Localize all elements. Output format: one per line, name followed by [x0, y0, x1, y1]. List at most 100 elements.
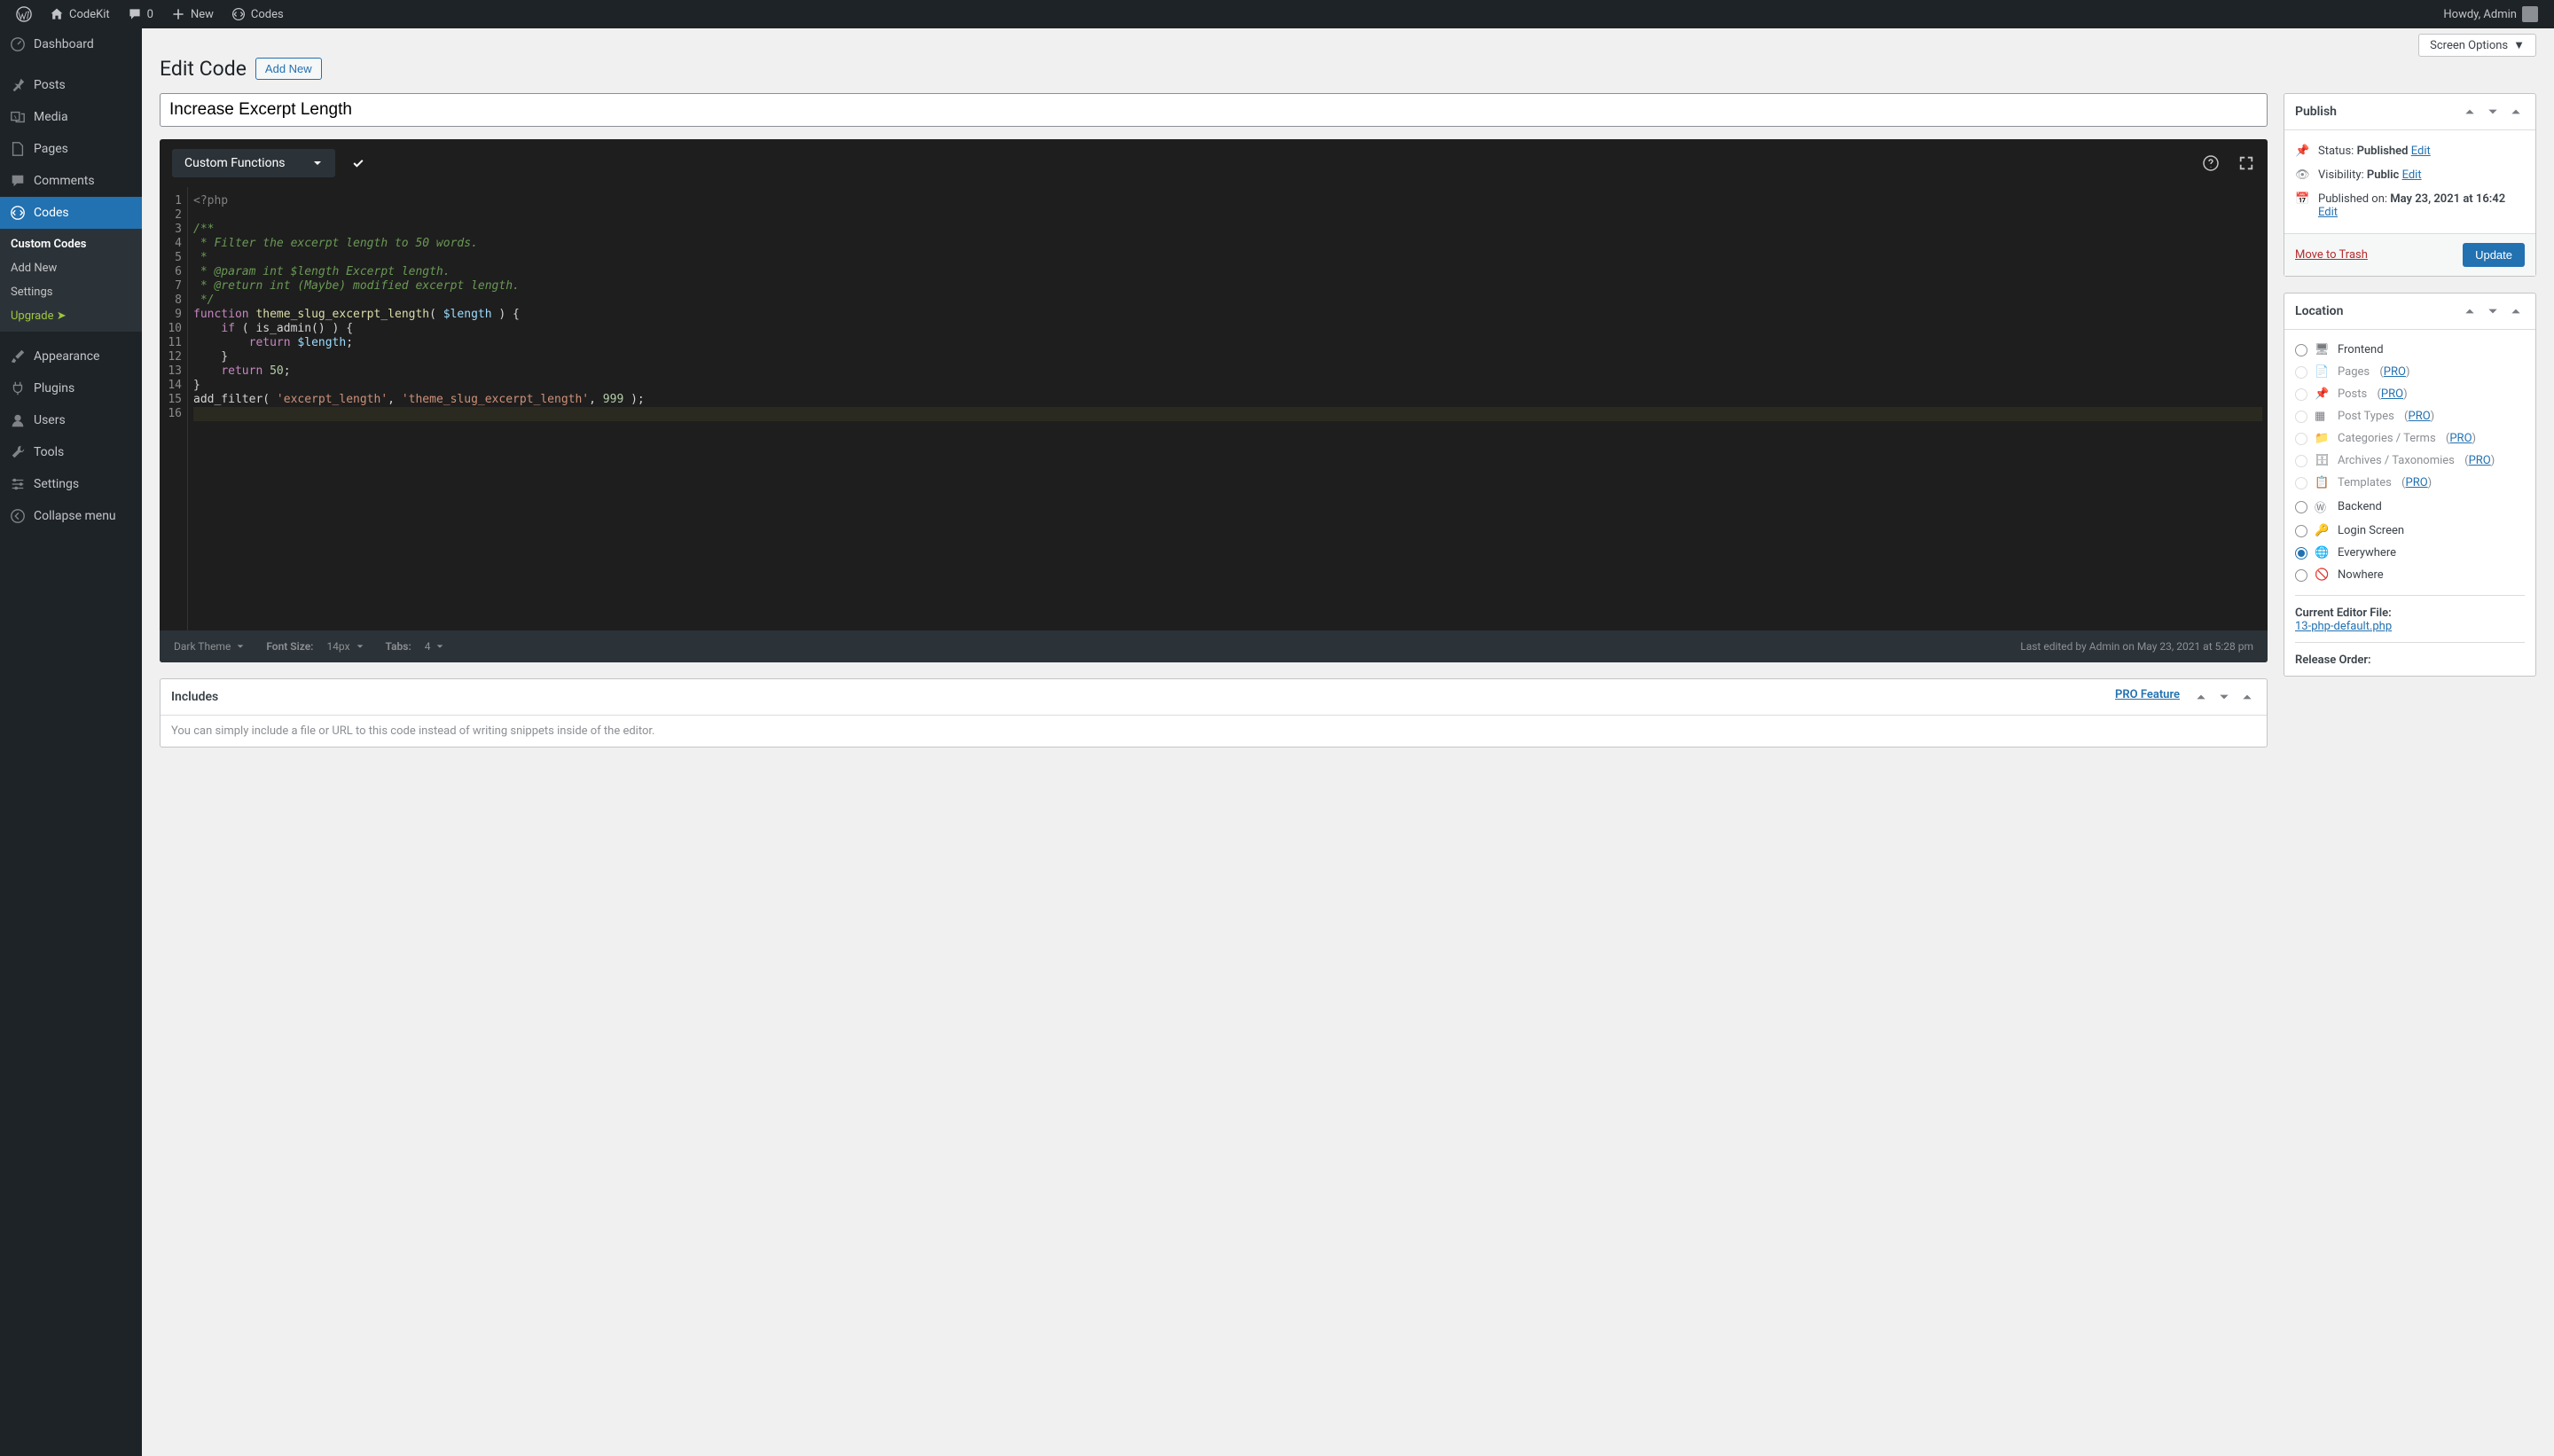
location-label: Pages — [2338, 365, 2370, 379]
add-new-button[interactable]: Add New — [255, 58, 322, 80]
archive-icon: 🗄 — [2315, 454, 2331, 467]
move-to-trash-link[interactable]: Move to Trash — [2295, 248, 2368, 262]
sidebar-item-dashboard[interactable]: Dashboard — [0, 28, 142, 60]
edit-visibility-link[interactable]: Edit — [2402, 168, 2422, 182]
fullscreen-icon[interactable] — [2237, 154, 2255, 172]
sidebar-item-collapse[interactable]: Collapse menu — [0, 500, 142, 532]
current-file-link[interactable]: 13-php-default.php — [2295, 620, 2392, 633]
toggle-icon[interactable] — [2238, 688, 2256, 706]
location-label: Categories / Terms — [2338, 432, 2436, 445]
location-label: Templates — [2338, 476, 2392, 489]
radio — [2295, 455, 2307, 467]
sidebar-item-users[interactable]: Users — [0, 404, 142, 436]
radio[interactable] — [2295, 344, 2307, 356]
location-option-backend[interactable]: ⓌBackend — [2295, 494, 2525, 520]
sidebar-item-comments[interactable]: Comments — [0, 165, 142, 197]
sidebar-item-codes[interactable]: Codes — [0, 197, 142, 229]
radio[interactable] — [2295, 525, 2307, 537]
location-label: Everywhere — [2338, 546, 2396, 560]
submenu-settings[interactable]: Settings — [0, 280, 142, 304]
editor-status-bar: Dark Theme Font Size: 14px Tabs: 4 Last … — [160, 630, 2268, 662]
folder-icon: 📁 — [2315, 432, 2331, 445]
font-size-select[interactable]: Font Size: 14px — [266, 640, 364, 653]
location-option-nowhere[interactable]: 🚫 Nowhere — [2295, 564, 2525, 586]
sliders-icon — [9, 475, 27, 493]
sidebar-item-appearance[interactable]: Appearance — [0, 341, 142, 372]
code-title-input[interactable] — [160, 93, 2268, 127]
line-gutter: 12345678910111213141516 — [160, 187, 188, 630]
language-label: Custom Functions — [184, 156, 286, 170]
update-button[interactable]: Update — [2463, 243, 2525, 267]
sidebar-item-plugins[interactable]: Plugins — [0, 372, 142, 404]
sidebar-label: Media — [34, 110, 68, 124]
codes-toolbar-link[interactable]: Codes — [224, 0, 291, 28]
user-icon — [9, 411, 27, 429]
radio — [2295, 366, 2307, 379]
site-name-link[interactable]: CodeKit — [43, 0, 117, 28]
code-icon — [9, 204, 27, 222]
check-icon[interactable] — [349, 154, 367, 172]
move-up-icon[interactable] — [2461, 103, 2479, 121]
theme-select[interactable]: Dark Theme — [174, 640, 245, 653]
includes-desc: You can simply include a file or URL to … — [171, 724, 2256, 738]
edit-date-link[interactable]: Edit — [2318, 206, 2338, 219]
account-link[interactable]: Howdy, Admin — [2436, 0, 2545, 28]
radio — [2295, 388, 2307, 401]
pin-icon: 📌 — [2295, 145, 2311, 158]
move-down-icon[interactable] — [2215, 688, 2233, 706]
location-metabox: Location 🖥Frontend📄Pages (PRO)📌Posts (PR… — [2284, 293, 2536, 677]
wp-icon — [16, 6, 32, 22]
move-down-icon[interactable] — [2484, 103, 2502, 121]
page-icon — [9, 140, 27, 158]
sidebar-item-posts[interactable]: Posts — [0, 69, 142, 101]
sidebar-item-settings[interactable]: Settings — [0, 468, 142, 500]
toggle-icon[interactable] — [2507, 103, 2525, 121]
location-option-templates: 📋Templates (PRO) — [2295, 472, 2525, 494]
location-option-frontend[interactable]: 🖥Frontend — [2295, 339, 2525, 361]
pro-feature-link[interactable]: PRO Feature — [2115, 688, 2180, 706]
screen-options-toggle[interactable]: Screen Options▼ — [2418, 34, 2536, 57]
code-icon — [231, 7, 246, 21]
location-option-everywhere[interactable]: 🌐 Everywhere — [2295, 542, 2525, 564]
language-dropdown[interactable]: Custom Functions — [172, 149, 335, 177]
submenu-upgrade[interactable]: Upgrade ➤ — [0, 304, 142, 328]
radio[interactable] — [2295, 569, 2307, 582]
sidebar-item-pages[interactable]: Pages — [0, 133, 142, 165]
key-icon: 🔑 — [2315, 524, 2331, 537]
wp-logo[interactable] — [9, 0, 39, 28]
comments-link[interactable]: 0 — [121, 0, 161, 28]
help-icon[interactable] — [2202, 154, 2220, 172]
sidebar-item-tools[interactable]: Tools — [0, 436, 142, 468]
move-down-icon[interactable] — [2484, 302, 2502, 320]
publish-title: Publish — [2295, 105, 2337, 119]
code-editor: Custom Functions 12345678910111213141516… — [160, 139, 2268, 662]
edit-status-link[interactable]: Edit — [2411, 145, 2431, 158]
location-option-categories-terms: 📁Categories / Terms (PRO) — [2295, 427, 2525, 450]
toggle-icon[interactable] — [2507, 302, 2525, 320]
globe-icon: 🌐 — [2315, 546, 2331, 560]
codes-toolbar-label: Codes — [251, 8, 284, 21]
sidebar-label: Users — [34, 413, 66, 427]
tabs-select[interactable]: Tabs: 4 — [386, 640, 445, 653]
plug-icon — [9, 380, 27, 397]
submenu-add-new[interactable]: Add New — [0, 256, 142, 280]
page-title: Edit Code — [160, 57, 247, 81]
new-content-link[interactable]: New — [164, 0, 221, 28]
radio[interactable] — [2295, 501, 2307, 513]
radio[interactable] — [2295, 547, 2307, 560]
release-order-label: Release Order: — [2295, 642, 2525, 667]
sidebar-item-media[interactable]: Media — [0, 101, 142, 133]
location-title: Location — [2295, 304, 2343, 318]
code-content[interactable]: <?php/** * Filter the excerpt length to … — [188, 187, 2268, 630]
last-edited-label: Last edited by Admin on May 23, 2021 at … — [2020, 640, 2253, 653]
location-label: Nowhere — [2338, 568, 2384, 582]
sidebar-label: Appearance — [34, 349, 99, 364]
submenu-custom-codes[interactable]: Custom Codes — [0, 232, 142, 256]
move-up-icon[interactable] — [2461, 302, 2479, 320]
move-up-icon[interactable] — [2192, 688, 2210, 706]
location-label: Login Screen — [2338, 524, 2404, 537]
location-option-login-screen[interactable]: 🔑 Login Screen — [2295, 520, 2525, 542]
publish-metabox: Publish 📌Status: Published Edit 👁Visibil… — [2284, 93, 2536, 277]
hidden-icon: 🚫 — [2315, 568, 2331, 582]
comment-icon — [128, 7, 142, 21]
